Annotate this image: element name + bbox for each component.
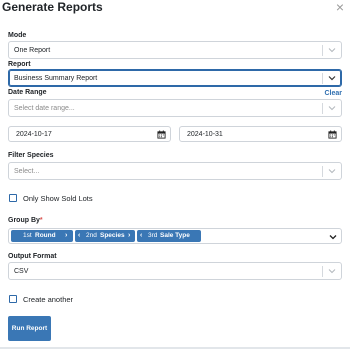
filter-species-label: Filter Species: [8, 152, 54, 159]
group-chip-species[interactable]: ‹ 2nd Species ›: [75, 230, 135, 242]
report-select[interactable]: Business Summary Report: [8, 69, 342, 87]
group-by-label-text: Group By: [8, 217, 40, 224]
required-mark: *: [39, 217, 43, 224]
chevron-left-icon[interactable]: ‹: [140, 230, 142, 242]
end-date-input[interactable]: 2024-10-31: [179, 126, 342, 142]
filter-species-placeholder: Select...: [14, 168, 40, 175]
group-chip-round[interactable]: 1st Round ›: [11, 230, 73, 242]
chevron-right-icon[interactable]: ›: [128, 230, 130, 242]
divider: [0, 347, 350, 349]
chevron-down-icon: [328, 169, 336, 174]
chevron-down-icon: [328, 106, 336, 111]
chevron-down-icon: [328, 48, 336, 53]
close-icon[interactable]: ×: [336, 0, 344, 14]
filter-species-select[interactable]: Select...: [8, 162, 342, 180]
chevron-down-icon[interactable]: [328, 232, 338, 242]
create-another-checkbox[interactable]: [9, 295, 17, 303]
run-report-button[interactable]: Run Report: [8, 316, 51, 341]
group-chip-sale-type[interactable]: ‹ 3rd Sale Type: [137, 230, 201, 242]
chip-name: Sale Type: [160, 232, 190, 239]
mode-value: One Report: [14, 47, 51, 54]
calendar-icon[interactable]: [328, 130, 337, 139]
output-format-label: Output Format: [8, 253, 57, 260]
end-date-value: 2024-10-31: [187, 131, 223, 138]
mode-select[interactable]: One Report: [8, 41, 342, 59]
mode-label: Mode: [8, 32, 27, 39]
date-range-label: Date Range: [8, 89, 47, 96]
output-format-select[interactable]: CSV: [8, 262, 342, 280]
generate-reports-dialog: Generate Reports × Mode One Report Repor…: [0, 0, 350, 360]
select-separator: [322, 103, 323, 114]
start-date-input[interactable]: 2024-10-17: [8, 126, 171, 142]
output-format-value: CSV: [14, 268, 29, 275]
clear-date-range-link[interactable]: Clear: [324, 90, 342, 97]
select-separator: [322, 73, 323, 84]
chip-prefix: 2nd: [86, 232, 97, 239]
only-sold-lots-checkbox[interactable]: [9, 194, 17, 202]
date-range-select[interactable]: Select date range...: [8, 99, 342, 117]
select-separator: [322, 45, 323, 56]
create-another-label: Create another: [23, 295, 74, 304]
chip-prefix: 1st: [23, 232, 32, 239]
chevron-left-icon[interactable]: ‹: [78, 230, 80, 242]
only-sold-lots-row[interactable]: Only Show Sold Lots: [8, 193, 128, 205]
group-by-label: Group By*: [8, 217, 43, 224]
create-another-row[interactable]: Create another: [8, 294, 98, 306]
chevron-down-icon: [328, 76, 336, 81]
group-by-select[interactable]: 1st Round › ‹ 2nd Species › ‹ 3rd Sale T…: [8, 228, 342, 244]
start-date-value: 2024-10-17: [16, 131, 52, 138]
report-value: Business Summary Report: [14, 75, 98, 82]
only-sold-lots-label: Only Show Sold Lots: [23, 194, 93, 203]
select-separator: [322, 166, 323, 177]
chip-name: Round: [35, 232, 56, 239]
chip-name: Species: [100, 232, 125, 239]
select-separator: [322, 266, 323, 277]
chevron-right-icon[interactable]: ›: [65, 230, 67, 242]
chip-prefix: 3rd: [148, 232, 158, 239]
calendar-icon[interactable]: [157, 130, 166, 139]
report-label: Report: [8, 61, 31, 68]
dialog-title: Generate Reports: [2, 0, 103, 14]
chevron-down-icon: [328, 269, 336, 274]
date-range-placeholder: Select date range...: [14, 105, 75, 112]
